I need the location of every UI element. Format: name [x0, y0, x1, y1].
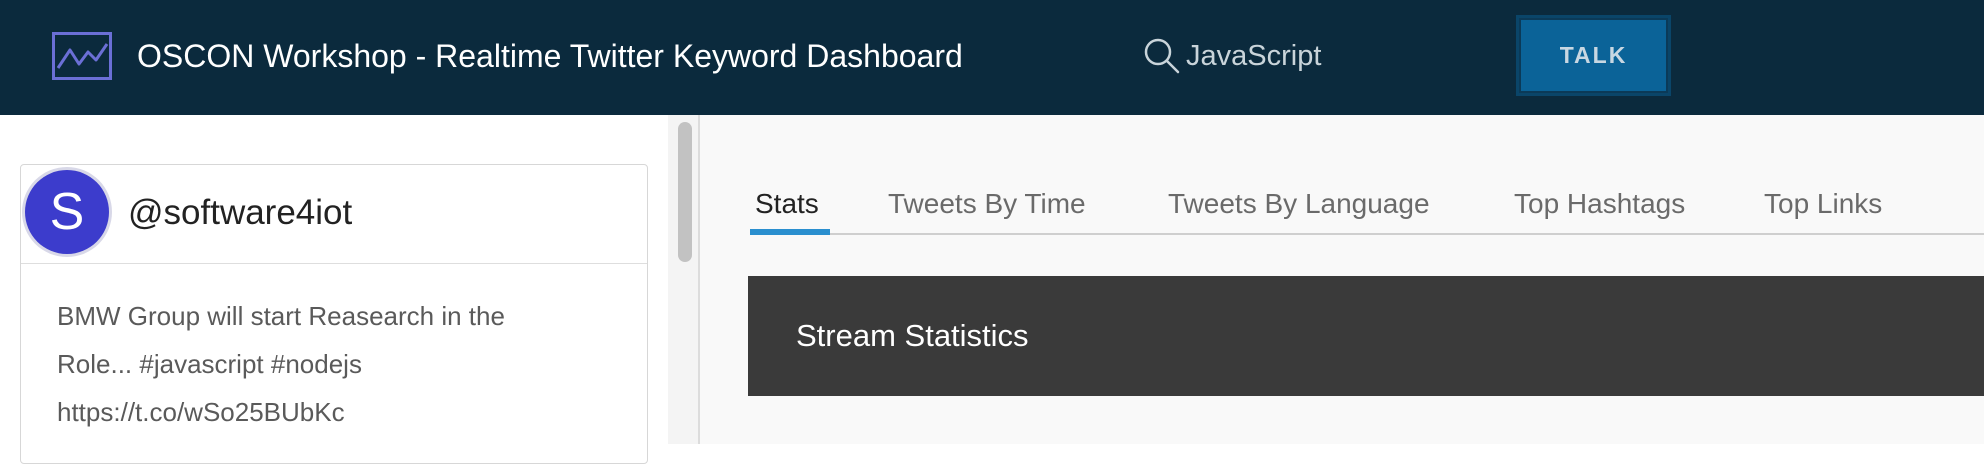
tweet-card: S @software4iot BMW Group will start Rea… — [20, 164, 648, 464]
line-chart-icon[interactable] — [52, 32, 112, 80]
tab-top-hashtags[interactable]: Top Hashtags — [1514, 180, 1685, 235]
tweet-header: S @software4iot — [21, 165, 647, 264]
feed-scrollbar-thumb[interactable] — [678, 122, 692, 262]
active-tab-indicator — [750, 229, 830, 235]
search-icon — [1144, 38, 1180, 74]
tweet-link[interactable]: https://t.co/wSo25BUbKc — [57, 388, 627, 436]
talk-button[interactable]: TALK — [1516, 15, 1671, 96]
top-header: OSCON Workshop - Realtime Twitter Keywor… — [0, 0, 1984, 115]
stream-statistics-title: Stream Statistics — [796, 318, 1029, 353]
app-title: OSCON Workshop - Realtime Twitter Keywor… — [137, 38, 963, 74]
tab-tweets-by-time[interactable]: Tweets By Time — [888, 180, 1086, 235]
tab-bar: Stats Tweets By Time Tweets By Language … — [750, 180, 1984, 235]
tweet-username[interactable]: @software4iot — [128, 191, 352, 235]
tweet-text-line: Role... #javascript #nodejs — [57, 349, 362, 379]
search-input[interactable] — [1186, 34, 1416, 78]
tab-stats[interactable]: Stats — [755, 180, 819, 235]
tweet-text: BMW Group will start Reasearch in the Ro… — [57, 292, 627, 436]
stream-statistics-panel: Stream Statistics — [748, 276, 1984, 396]
avatar: S — [25, 170, 109, 254]
tweet-text-line: BMW Group will start Reasearch in the — [57, 301, 505, 331]
tab-tweets-by-language[interactable]: Tweets By Language — [1168, 180, 1430, 235]
tab-top-links[interactable]: Top Links — [1764, 180, 1882, 235]
